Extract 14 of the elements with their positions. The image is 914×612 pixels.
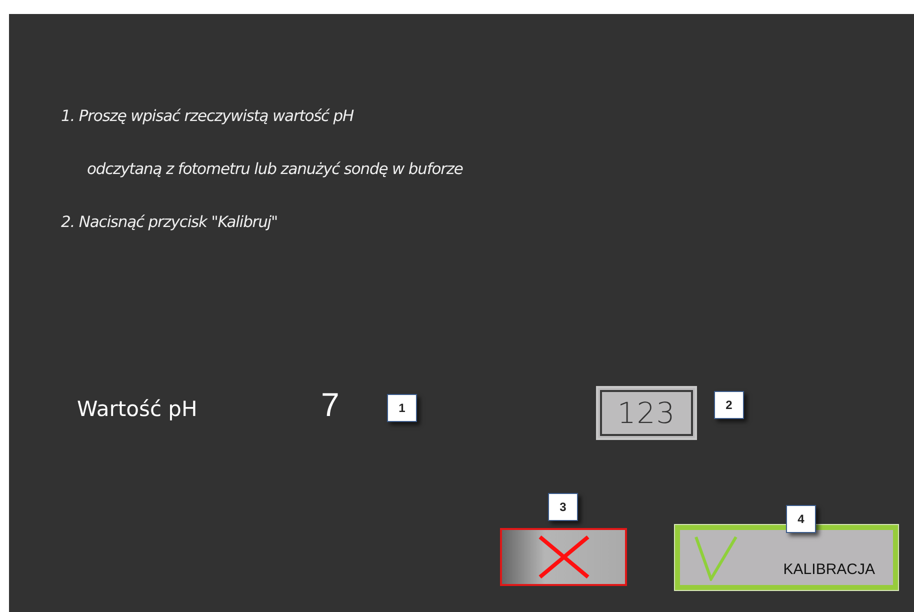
cancel-button[interactable]: [500, 528, 627, 586]
callout-badge: 3: [548, 493, 578, 521]
callout-badge: 2: [714, 391, 744, 419]
instruction-text: 1. Proszę wpisać rzeczywistą wartość pH: [61, 106, 355, 126]
instruction-text: odczytaną z fotometru lub zanużyć sondę w buforze: [87, 159, 464, 179]
ph-label: Wartość pH: [77, 397, 198, 421]
callout-badge: 1: [387, 394, 417, 422]
ph-value: 7: [321, 386, 340, 424]
check-icon: [694, 535, 738, 581]
calibrate-button[interactable]: KALIBRACJA: [675, 525, 898, 590]
instruction-text: 2. Nacisnąć przycisk "Kalibruj": [61, 212, 279, 232]
close-icon: [536, 534, 590, 580]
keypad-button[interactable]: 123: [596, 386, 697, 440]
callout-badge: 4: [786, 505, 816, 533]
